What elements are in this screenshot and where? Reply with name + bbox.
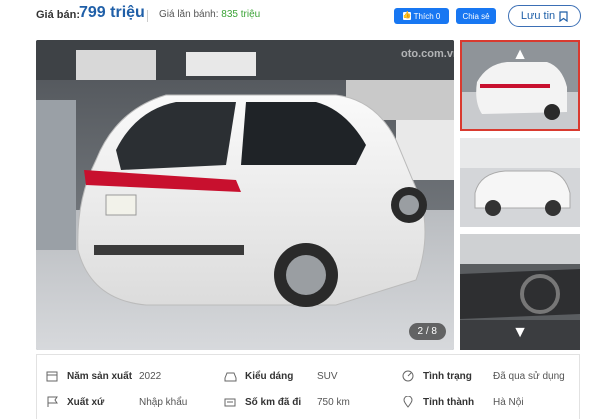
spec-city: Tỉnh thành Hà Nội [401, 395, 524, 409]
divider [147, 10, 148, 22]
price-value: 799 triệu [79, 4, 145, 21]
spec-year: Năm sản xuất 2022 [45, 369, 161, 383]
facebook-share-button[interactable]: Chia sẻ [456, 8, 496, 24]
thumbnail-3[interactable]: ▼ [460, 234, 580, 350]
save-listing-button[interactable]: Lưu tin [508, 5, 581, 27]
save-label: Lưu tin [520, 10, 556, 22]
spec-body-type: Kiểu dáng SUV [223, 369, 338, 383]
mileage-value: 750 km [317, 396, 350, 408]
odometer-icon [223, 395, 237, 409]
car-photo-illustration [36, 40, 454, 350]
main-car-photo[interactable]: oto.com.vn 2 / 8 [36, 40, 454, 350]
car-specs: Năm sản xuất 2022 Kiểu dáng SUV Tình trạ… [36, 354, 580, 419]
body-type-label: Kiểu dáng [245, 370, 294, 382]
share-label: Chia sẻ [462, 11, 490, 21]
spec-condition: Tình trạng Đã qua sử dụng [401, 369, 565, 383]
origin-label: Xuất xứ [67, 396, 105, 408]
thumbs-up-icon: 👍 [402, 12, 412, 20]
chevron-up-icon[interactable]: ▲ [512, 46, 528, 64]
year-label: Năm sản xuất [67, 370, 133, 382]
facebook-like-button[interactable]: 👍 Thích 0 [394, 8, 449, 24]
watermark: oto.com.vn [401, 48, 454, 60]
origin-value: Nhập khẩu [139, 396, 188, 408]
calendar-icon [45, 369, 59, 383]
thumbnail-car-side [460, 138, 580, 227]
thumbnail-1[interactable]: ▲ [460, 40, 580, 131]
flag-icon [45, 395, 59, 409]
chevron-down-icon[interactable]: ▼ [512, 324, 528, 342]
rolling-price-value: 835 triệu [221, 9, 261, 20]
mileage-label: Số km đã đi [245, 396, 302, 408]
car-icon [223, 369, 237, 383]
city-value: Hà Nội [493, 396, 524, 408]
spec-origin: Xuất xứ Nhập khẩu [45, 395, 187, 409]
listing-header: Giá bán: 799 triệu Giá lăn bánh: 835 tri… [0, 0, 600, 34]
condition-label: Tình trạng [423, 370, 472, 382]
photo-counter: 2 / 8 [408, 323, 446, 340]
spec-mileage: Số km đã đi 750 km [223, 395, 350, 409]
rolling-price: Giá lăn bánh: 835 triệu [159, 9, 260, 20]
body-type-value: SUV [317, 370, 338, 382]
location-icon [401, 395, 415, 409]
city-label: Tỉnh thành [423, 396, 475, 408]
rolling-price-label: Giá lăn bánh: [159, 9, 219, 20]
bookmark-icon [559, 10, 568, 22]
condition-value: Đã qua sử dụng [493, 370, 565, 382]
gauge-icon [401, 369, 415, 383]
year-value: 2022 [139, 370, 162, 382]
like-label: Thích 0 [413, 11, 441, 21]
price-label: Giá bán: [36, 9, 81, 21]
thumbnail-2[interactable] [460, 138, 580, 227]
